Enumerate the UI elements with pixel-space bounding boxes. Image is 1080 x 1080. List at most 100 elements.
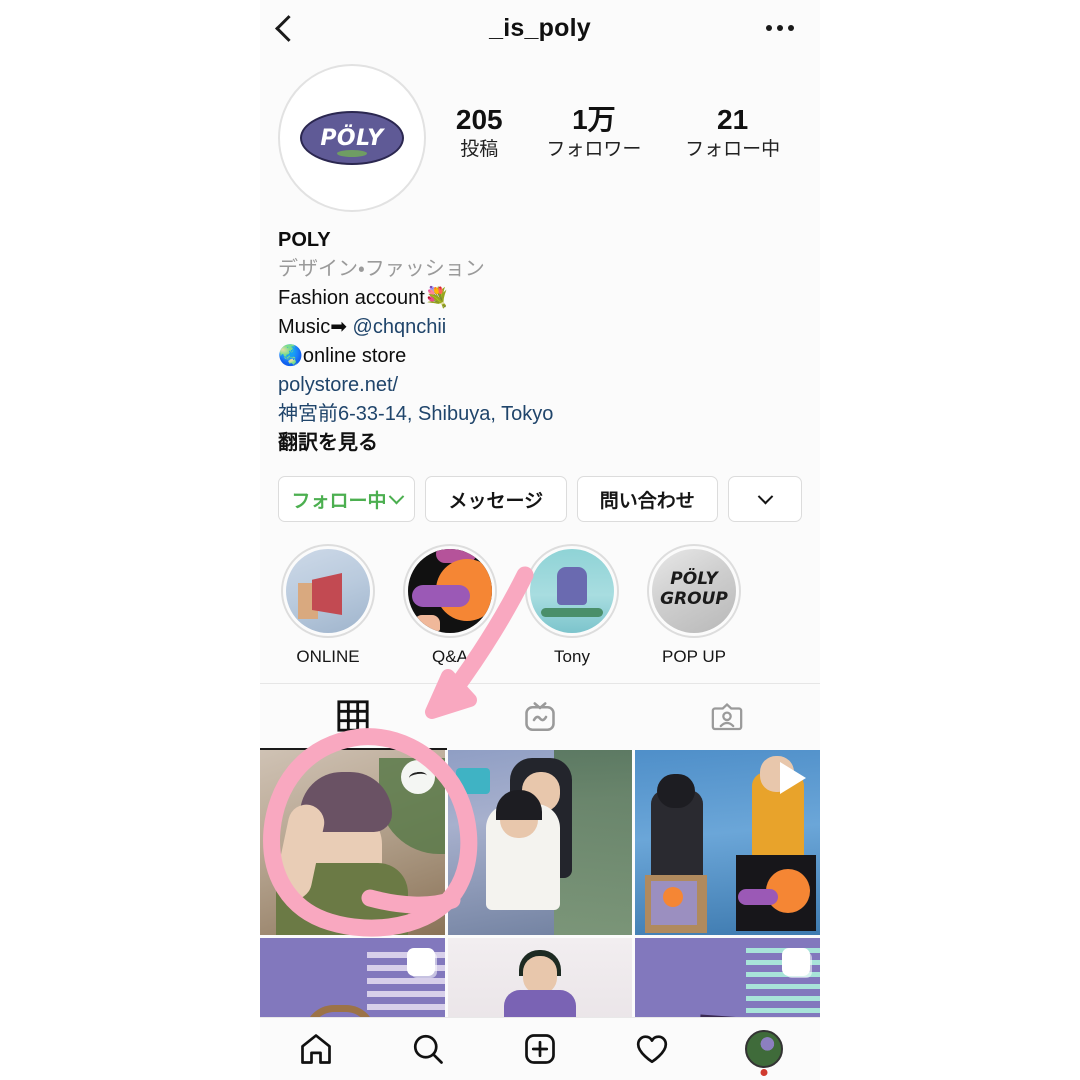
bio-line-1: Fashion account💐	[278, 287, 450, 309]
bio-section: POLY デザイン・ファッション Fashion account💐 Music➡…	[260, 212, 820, 458]
following-label: フォロー中	[685, 138, 781, 160]
message-button[interactable]: メッセージ	[425, 476, 567, 522]
post-decor	[736, 854, 816, 931]
action-buttons-row: フォロー中 メッセージ 問い合わせ	[260, 458, 820, 522]
story-highlights-row: ONLINE Q&A Tony PÖLY GROUP POP UP	[260, 522, 820, 683]
more-dot	[788, 25, 794, 31]
message-button-label: メッセージ	[448, 490, 544, 512]
notification-dot	[760, 1069, 768, 1076]
chevron-down-icon	[757, 488, 773, 504]
more-options-icon[interactable]	[754, 0, 806, 56]
highlight-popup[interactable]: PÖLY GROUP POP UP	[644, 544, 744, 667]
following-button-label: フォロー中	[291, 490, 387, 512]
bio-address-link[interactable]: 神宮前6-33-14, Shibuya, Tokyo	[278, 400, 802, 429]
search-icon	[413, 1034, 443, 1064]
tab-grid[interactable]	[260, 684, 447, 750]
see-translation-button[interactable]: 翻訳を見る	[278, 429, 802, 458]
home-icon	[301, 1034, 331, 1064]
profile-summary: PÖLY 205 投稿 1万 フォロワー 21 フォロー中	[260, 56, 820, 212]
chevron-left-icon	[274, 14, 302, 42]
more-dot	[777, 25, 783, 31]
more-dot	[766, 25, 772, 31]
highlight-ring: PÖLY GROUP	[647, 544, 741, 638]
stat-followers[interactable]: 1万 フォロワー	[546, 104, 641, 163]
carousel-icon	[406, 947, 435, 976]
post-decor	[738, 888, 778, 905]
nav-home[interactable]	[284, 1018, 348, 1080]
nav-search[interactable]	[396, 1018, 460, 1080]
igtv-icon	[525, 702, 555, 732]
bio-line-2: Music➡ @chqnchii	[278, 313, 802, 342]
poly-logo-text: PÖLY	[320, 125, 384, 151]
tab-tagged[interactable]	[633, 684, 820, 750]
following-count: 21	[717, 103, 749, 135]
post-decor	[663, 886, 684, 907]
posts-label: 投稿	[460, 138, 499, 160]
post-decor	[657, 774, 696, 808]
avatar-image: PÖLY	[286, 72, 418, 204]
highlight-qa[interactable]: Q&A	[400, 544, 500, 667]
qa-shape-wave	[412, 585, 470, 607]
stats-row: 205 投稿 1万 フォロワー 21 フォロー中	[426, 104, 802, 173]
highlight-online[interactable]: ONLINE	[278, 544, 378, 667]
followers-count: 1万	[572, 103, 616, 135]
followers-label: フォロワー	[546, 138, 642, 160]
app-header: _is_poly	[260, 0, 820, 56]
instagram-profile-screen: _is_poly PÖLY 205 投稿 1万 フォロワー 21 フォロー中 P…	[260, 0, 820, 1080]
highlight-tony[interactable]: Tony	[522, 544, 622, 667]
nav-profile[interactable]	[732, 1018, 796, 1080]
bio-website-link[interactable]: polystore.net/	[278, 371, 802, 400]
highlight-ring	[403, 544, 497, 638]
back-button[interactable]	[260, 0, 316, 56]
post-image	[447, 750, 633, 935]
highlight-cover-popup: PÖLY GROUP	[652, 549, 736, 633]
grid-post-3[interactable]	[635, 750, 820, 935]
posts-count: 205	[455, 103, 503, 135]
bio-mention-link[interactable]: @chqnchii	[353, 316, 447, 338]
following-button[interactable]: フォロー中	[278, 476, 416, 522]
tony-figure	[557, 567, 587, 605]
page-title: _is_poly	[489, 13, 591, 42]
highlight-cover-online	[286, 549, 370, 633]
nav-activity[interactable]	[620, 1018, 684, 1080]
stat-following[interactable]: 21 フォロー中	[685, 104, 780, 163]
profile-avatar-icon	[745, 1030, 783, 1068]
play-icon	[780, 762, 806, 794]
more-actions-button[interactable]	[728, 476, 803, 522]
carousel-icon	[782, 947, 810, 976]
nav-add-post[interactable]	[508, 1018, 572, 1080]
post-decor	[645, 874, 708, 933]
profile-tabs	[260, 683, 820, 750]
avatar[interactable]: PÖLY	[278, 64, 426, 212]
post-decor	[522, 955, 557, 994]
bio-music-label: Music➡	[278, 316, 353, 338]
post-decor	[455, 768, 490, 794]
highlight-label: Tony	[554, 647, 590, 666]
highlight-label: ONLINE	[296, 647, 360, 666]
tab-igtv[interactable]	[447, 684, 634, 750]
contact-button[interactable]: 問い合わせ	[576, 476, 719, 522]
reel-icon	[400, 760, 435, 794]
stat-posts[interactable]: 205 投稿	[456, 104, 503, 163]
reel-glyph	[408, 770, 428, 784]
contact-button-label: 問い合わせ	[599, 490, 695, 512]
tony-skateboard	[541, 608, 603, 617]
popup-cover-text-1: PÖLY	[670, 569, 718, 589]
bio-line-3: 🌏online store	[278, 345, 407, 367]
add-post-icon	[525, 1034, 555, 1064]
bio-category: デザイン・ファッション	[278, 258, 485, 280]
popup-cover-text-2: GROUP	[660, 589, 728, 609]
highlight-ring	[525, 544, 619, 638]
poly-logo-swoosh	[337, 150, 367, 157]
grid-icon	[337, 700, 369, 732]
grid-post-1[interactable]	[260, 750, 445, 935]
grid-post-2[interactable]	[447, 750, 633, 935]
poly-logo: PÖLY	[300, 111, 404, 165]
qa-shape-hand	[414, 615, 440, 631]
chevron-down-icon	[388, 488, 404, 504]
bottom-navigation	[260, 1017, 820, 1080]
screenshot-canvas: _is_poly PÖLY 205 投稿 1万 フォロワー 21 フォロー中 P…	[0, 0, 1080, 1080]
highlight-cover-tony	[530, 549, 614, 633]
highlight-label: Q&A	[432, 647, 468, 666]
highlight-label: POP UP	[662, 647, 726, 666]
